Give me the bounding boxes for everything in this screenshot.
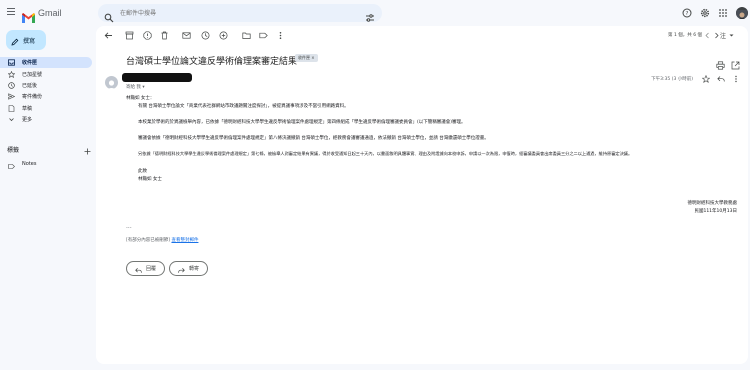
star-toggle-icon[interactable] xyxy=(702,75,710,83)
print-icon[interactable] xyxy=(716,55,725,70)
closing-line: 此致 xyxy=(138,169,147,174)
sidebar-item-label: 已加星號 xyxy=(22,71,43,78)
top-bar: Gmail ? xyxy=(0,0,750,26)
search-icon[interactable] xyxy=(104,8,114,23)
search-options-icon[interactable] xyxy=(365,8,375,22)
body-paragraph: 本校業於學術的於異議檢舉內容，已依據「德明財經科技大學學生違反學術倫理案件處理規… xyxy=(138,120,466,125)
more-vert-icon[interactable] xyxy=(732,75,740,83)
input-tools-dropdown-icon[interactable] xyxy=(727,31,736,40)
pagination-text: 第 1 個，共 6 個 xyxy=(668,33,702,38)
help-icon[interactable]: ? xyxy=(682,8,692,18)
message-pane: 第 1 個，共 6 個 注 台灣碩士學位論文違反學術倫理案審定結果 收件匣 × … xyxy=(96,26,748,364)
inbox-label-chip[interactable]: 收件匣 × xyxy=(295,54,318,62)
reply-buttons: 回覆 轉寄 xyxy=(126,261,212,276)
body-paragraph: 另依據「德明財經科技大學學生違反學術倫理案件處理規定」第七條，被檢舉人對審定結果… xyxy=(138,151,633,156)
reply-button-label: 回覆 xyxy=(146,266,157,272)
label-item-label: Notes xyxy=(22,161,37,167)
chevron-down-icon xyxy=(8,116,15,123)
message-date: 下午3:35 (3 小時前) xyxy=(651,77,693,82)
closing-line: 林豔如 女士 xyxy=(138,177,162,182)
add-task-icon[interactable] xyxy=(219,31,228,40)
signature-line: 德明財經科技大學教務處 xyxy=(687,201,738,206)
account-tools: ? xyxy=(682,6,750,20)
compose-label: 撰寫 xyxy=(23,37,36,45)
sender-name-redacted xyxy=(122,73,192,82)
reply-button[interactable]: 回覆 xyxy=(126,259,166,278)
greeting-text: 林豔如 女士： xyxy=(126,96,155,101)
signature-line: 民國111年10月13日 xyxy=(694,209,737,214)
label-tag-icon xyxy=(8,155,15,174)
message-subject: 台灣碩士學位論文違反學術倫理案審定結果 xyxy=(126,57,298,67)
sidebar-item-drafts[interactable]: 草稿 xyxy=(0,103,92,114)
archive-icon[interactable] xyxy=(125,31,134,40)
clipped-message-note: [有部分內容已被刪節] 查看整封郵件 xyxy=(126,237,198,243)
sender-avatar[interactable] xyxy=(105,76,118,89)
sidebar-item-snoozed[interactable]: 已延後 xyxy=(0,80,92,91)
label-icon[interactable] xyxy=(259,31,268,40)
forward-button[interactable]: 轉寄 xyxy=(169,259,209,278)
message-actions xyxy=(695,75,740,83)
search-bar[interactable] xyxy=(98,4,382,23)
sidebar-item-label: 寄件備份 xyxy=(22,94,43,101)
search-input[interactable] xyxy=(120,6,350,20)
pencil-icon xyxy=(11,31,19,50)
gmail-logo[interactable]: Gmail xyxy=(22,6,62,23)
labels-header: 標籤 xyxy=(7,145,91,154)
recipient-details-chevron-icon[interactable]: ▾ xyxy=(142,85,144,90)
sidebar-item-label: 已延後 xyxy=(22,82,38,89)
sidebar-item-more[interactable]: 更多 xyxy=(0,114,92,125)
gmail-m-icon xyxy=(22,8,35,23)
sidebar-item-label: 更多 xyxy=(22,117,33,124)
snooze-clock-icon[interactable] xyxy=(201,31,210,40)
labels-title: 標籤 xyxy=(7,146,20,154)
svg-text:?: ? xyxy=(686,11,689,17)
sidebar-item-inbox[interactable]: 收件匣 xyxy=(0,57,92,69)
forward-arrow-icon xyxy=(178,259,185,278)
recipient-text: 寄給 我 xyxy=(126,85,141,90)
message-toolbar: 第 1 個，共 6 個 注 xyxy=(96,26,748,44)
body-paragraph: 有關 台灣碩士學位論文「商業代表社群網站市政議題關注度探討」，被提異議事項涉及不… xyxy=(138,104,349,109)
clipped-message-prefix: [有部分內容已被刪節] xyxy=(126,238,171,243)
star-icon xyxy=(8,70,15,78)
settings-gear-icon[interactable] xyxy=(700,8,710,18)
back-arrow-icon[interactable] xyxy=(104,31,113,40)
sidebar-item-sent[interactable]: 寄件備份 xyxy=(0,91,92,102)
forward-button-label: 轉寄 xyxy=(189,266,200,272)
mark-unread-icon[interactable] xyxy=(182,31,191,40)
sidebar-item-label: 收件匣 xyxy=(22,60,38,67)
more-vert-icon[interactable] xyxy=(276,31,285,40)
body-paragraph: 審議會依據「德明財經科技大學學生違反學術倫理案件處理規定」第八條決議撤銷 台灣碩… xyxy=(138,136,489,141)
recipient-line[interactable]: 寄給 我 ▾ xyxy=(126,84,145,90)
clock-icon xyxy=(8,82,15,89)
apps-grid-icon[interactable] xyxy=(718,8,728,18)
sidebar-item-label: 草稿 xyxy=(22,105,33,112)
gmail-wordmark: Gmail xyxy=(38,8,62,18)
subject-actions xyxy=(716,55,740,70)
delete-trash-icon[interactable] xyxy=(160,31,169,40)
move-to-folder-icon[interactable] xyxy=(242,31,251,40)
send-icon xyxy=(8,93,15,101)
open-in-new-window-icon[interactable] xyxy=(731,55,740,70)
compose-button[interactable]: 撰寫 xyxy=(6,30,46,50)
report-spam-icon[interactable] xyxy=(143,31,152,40)
draft-icon xyxy=(8,104,15,112)
reply-arrow-icon xyxy=(135,259,142,278)
sidebar-item-starred[interactable]: 已加星號 xyxy=(0,68,92,79)
reply-icon[interactable] xyxy=(717,75,725,83)
label-item-notes[interactable]: Notes xyxy=(8,160,37,169)
account-avatar[interactable] xyxy=(736,7,748,19)
inbox-icon xyxy=(8,59,15,66)
trimmed-content-dots[interactable]: ... xyxy=(126,223,132,230)
add-label-icon[interactable] xyxy=(84,140,91,159)
sidebar-nav: 收件匣 已加星號 已延後 寄件備份 草稿 更多 xyxy=(0,57,92,125)
input-tools-button[interactable]: 注 xyxy=(720,31,726,40)
chevron-left-icon[interactable] xyxy=(703,31,712,40)
main-menu-icon[interactable] xyxy=(7,8,15,16)
view-entire-message-link[interactable]: 查看整封郵件 xyxy=(171,238,198,243)
